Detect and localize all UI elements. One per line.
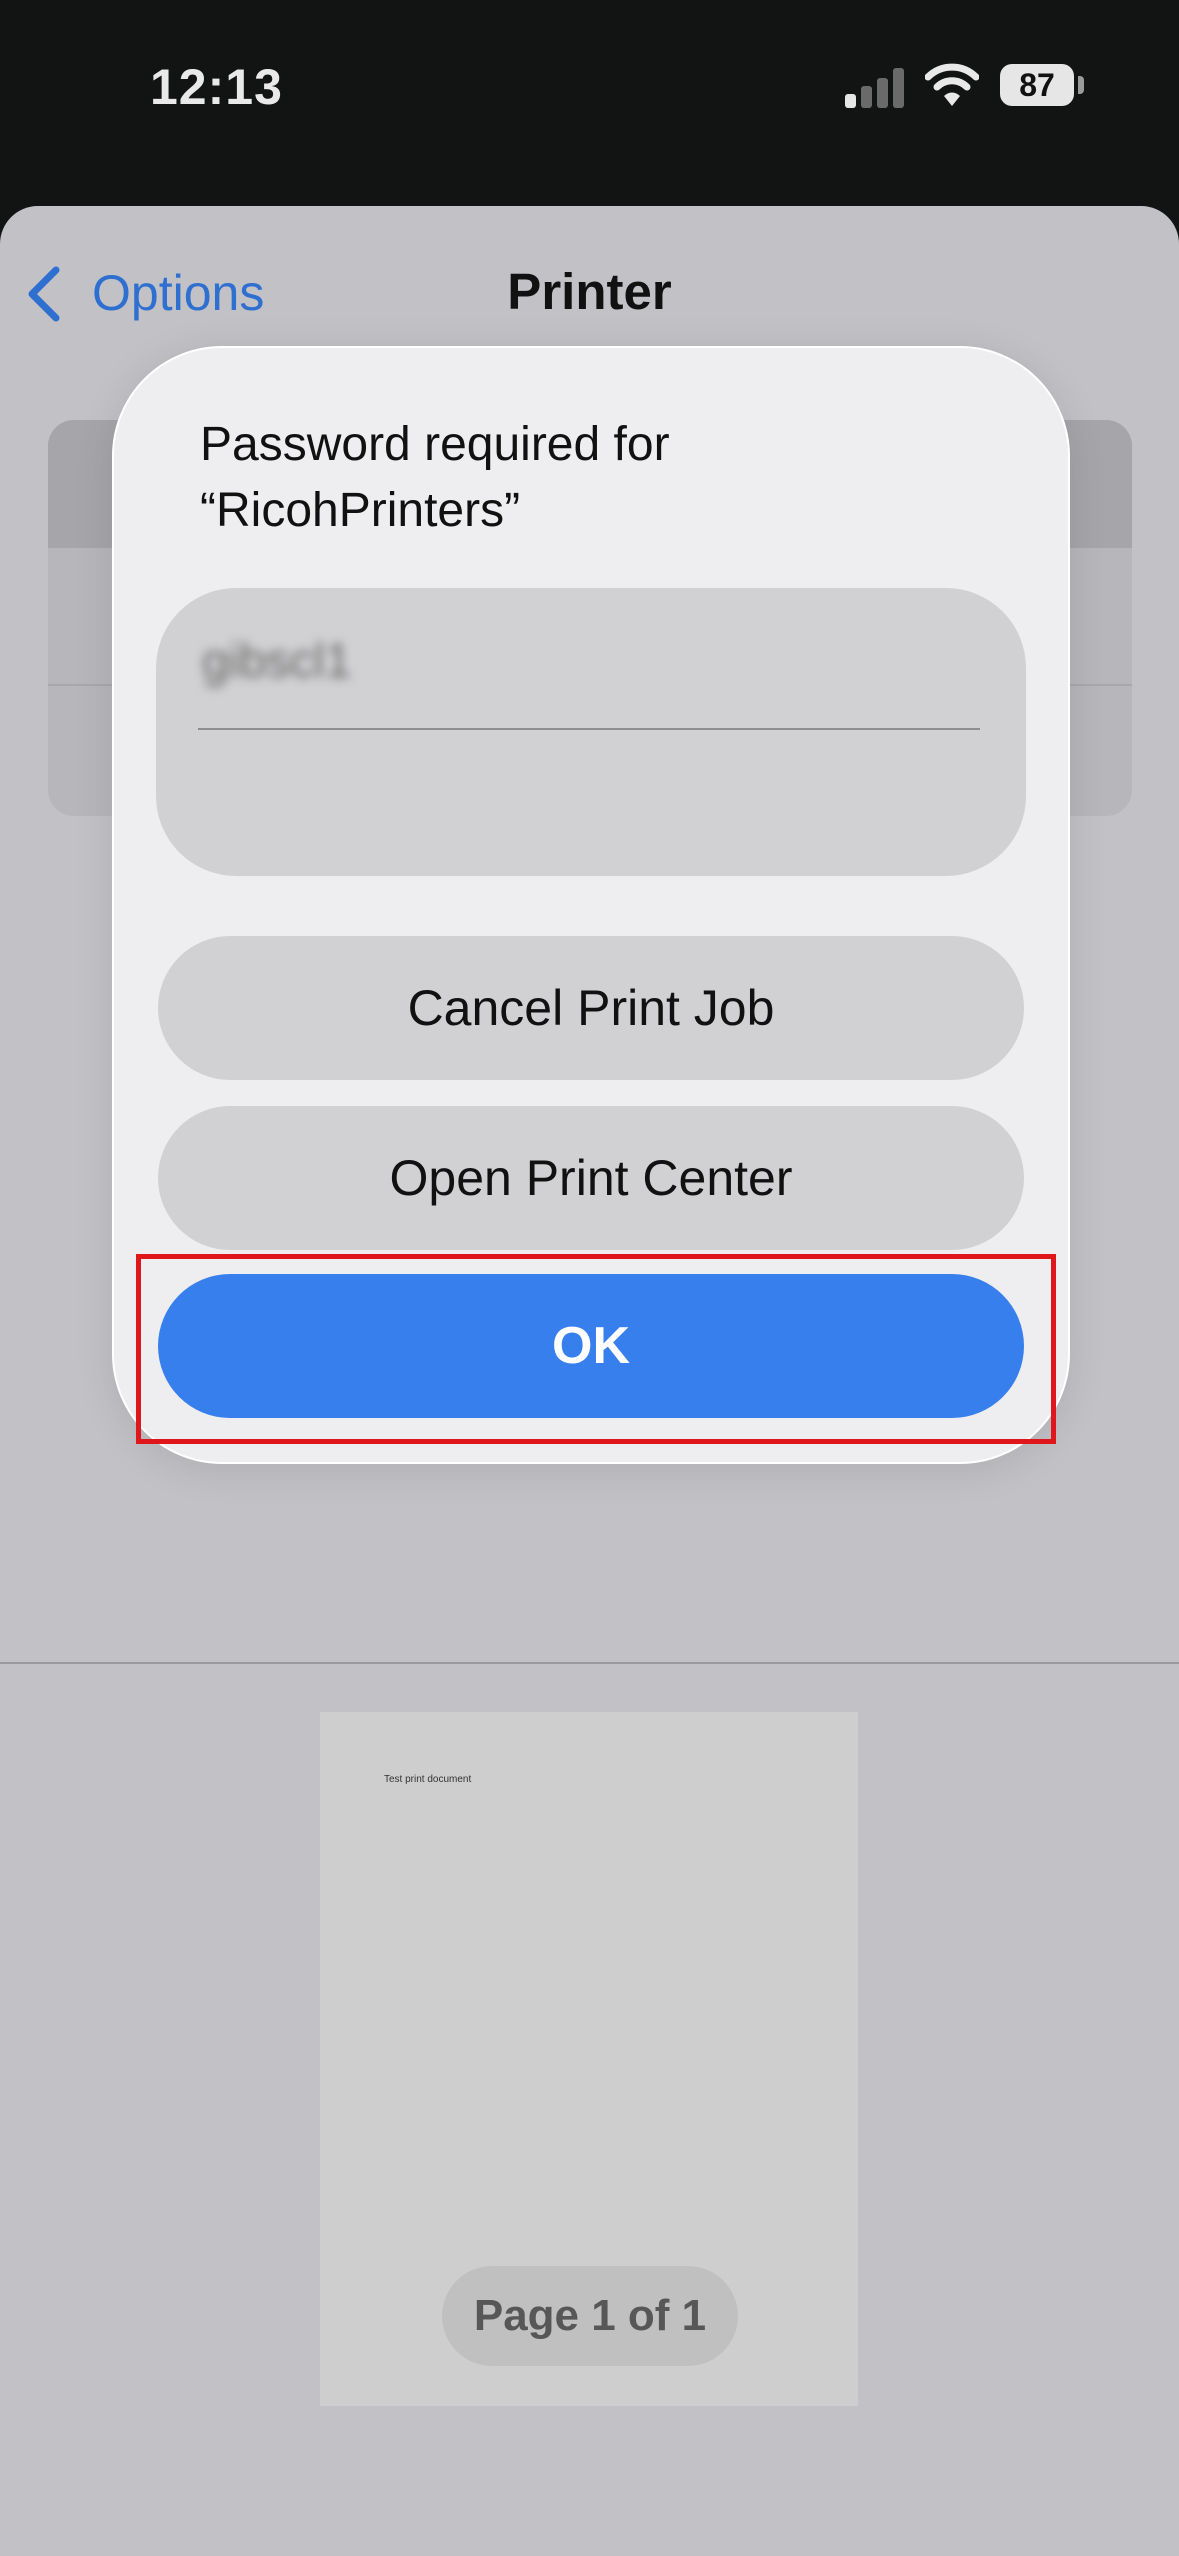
- page-indicator: Page 1 of 1: [442, 2266, 738, 2366]
- preview-document-text: Test print document: [384, 1774, 472, 1785]
- status-time: 12:13: [150, 59, 283, 115]
- print-preview-page[interactable]: Test print document Page 1 of 1: [320, 1712, 858, 2406]
- password-field-underline: [198, 728, 980, 730]
- open-print-center-button[interactable]: Open Print Center: [158, 1106, 1024, 1250]
- password-field[interactable]: gibscl1: [202, 632, 802, 692]
- battery-tip: [1078, 76, 1084, 94]
- section-divider: [0, 1662, 1179, 1664]
- status-bar: 12:13 87: [0, 0, 1179, 170]
- cancel-print-job-button[interactable]: Cancel Print Job: [158, 936, 1024, 1080]
- page-title: Printer: [507, 263, 672, 320]
- battery-level: 87: [1019, 67, 1055, 103]
- cellular-signal-icon: [845, 66, 905, 108]
- ok-button-highlight: [136, 1254, 1056, 1444]
- wifi-icon: [925, 63, 979, 106]
- battery-icon: 87: [1000, 64, 1074, 106]
- dialog-title: Password required for “RicohPrinters”: [200, 418, 670, 537]
- password-field-container: gibscl1: [156, 588, 1026, 876]
